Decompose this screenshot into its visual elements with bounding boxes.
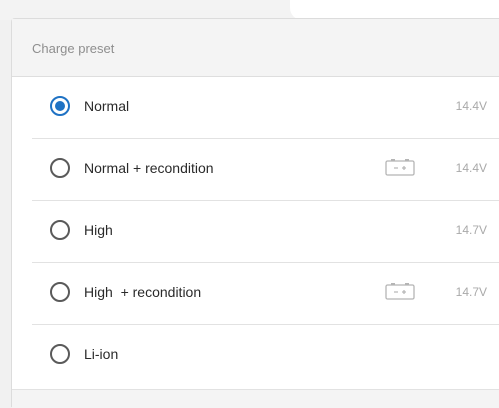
preset-label: Li-ion: [84, 346, 119, 362]
preset-voltage: 14.4V: [455, 99, 487, 113]
radio-button[interactable]: [50, 344, 70, 364]
preset-option-normal-recondition[interactable]: Normal + recondition 14.4V: [12, 139, 499, 201]
panel-title: Charge preset: [32, 41, 115, 56]
preset-label: Normal: [84, 98, 130, 114]
radio-button-checked[interactable]: [50, 96, 70, 116]
charge-preset-panel: Charge preset Normal 14.4V Normal + reco…: [11, 18, 499, 408]
top-tab: [290, 0, 499, 20]
preset-voltage: 14.4V: [455, 161, 487, 175]
radio-button[interactable]: [50, 220, 70, 240]
battery-recondition-icon: [385, 283, 415, 300]
radio-button[interactable]: [50, 282, 70, 302]
preset-option-high-recondition[interactable]: High + recondition 14.7V: [12, 263, 499, 325]
battery-recondition-icon: [385, 159, 415, 176]
preset-option-li-ion[interactable]: Li-ion: [12, 325, 499, 387]
preset-label: Normal + recondition: [84, 160, 214, 176]
preset-label: High: [84, 222, 113, 238]
preset-option-high[interactable]: High 14.7V: [12, 201, 499, 263]
panel-footer: [12, 389, 499, 408]
preset-label: High + recondition: [84, 284, 202, 300]
preset-voltage: 14.7V: [455, 285, 487, 299]
radio-button[interactable]: [50, 158, 70, 178]
preset-option-normal[interactable]: Normal 14.4V: [12, 77, 499, 139]
panel-header: Charge preset: [12, 19, 499, 77]
preset-voltage: 14.7V: [455, 223, 487, 237]
